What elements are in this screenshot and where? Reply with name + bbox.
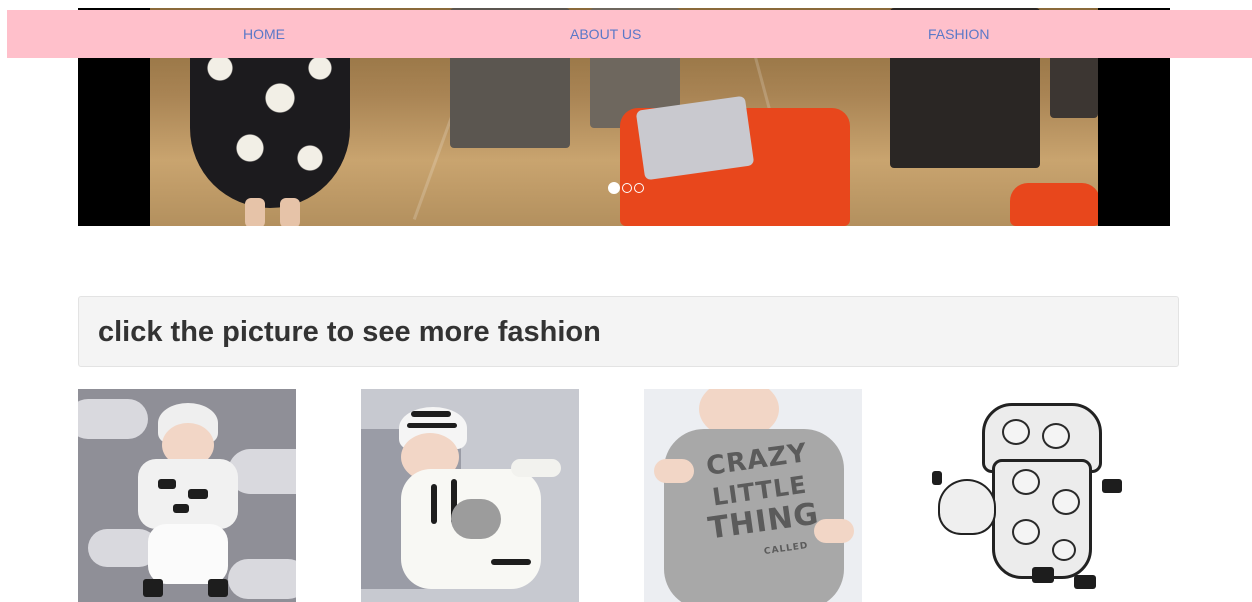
section-heading-panel: click the picture to see more fashion — [78, 296, 1179, 367]
nav-link-about-us[interactable]: ABOUT US — [570, 10, 641, 58]
carousel-dot-3[interactable] — [634, 183, 644, 193]
fashion-thumbnail-3[interactable]: CRAZY LITTLE THING CALLED — [644, 389, 862, 602]
fashion-thumbnail-4[interactable] — [902, 389, 1162, 602]
nav-link-fashion[interactable]: FASHION — [928, 10, 989, 58]
section-heading: click the picture to see more fashion — [98, 316, 601, 348]
fashion-thumbnail-2[interactable] — [361, 389, 579, 602]
fashion-thumbnail-1[interactable] — [78, 389, 296, 602]
top-nav-bar: HOME ABOUT US FASHION — [7, 10, 1252, 58]
carousel-indicators — [608, 182, 644, 194]
nav-link-home[interactable]: HOME — [243, 10, 285, 58]
carousel-dot-2[interactable] — [622, 183, 632, 193]
carousel-dot-1[interactable] — [608, 182, 620, 194]
